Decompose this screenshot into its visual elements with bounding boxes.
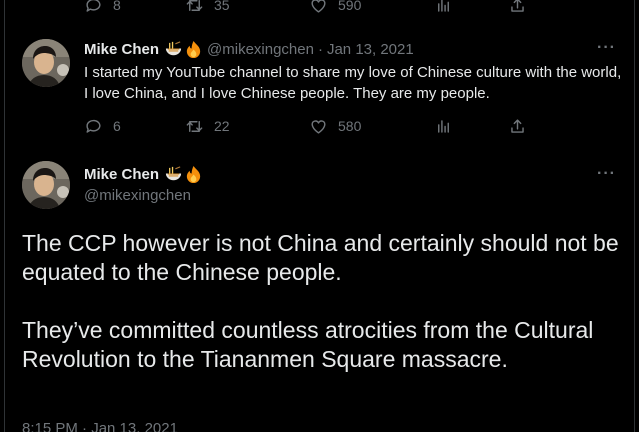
tweet-thread: 8 35 590 Mike Chen @mikexingchen · Jan 1… [0,0,639,432]
top-tweet-actions: 8 35 590 [84,0,544,17]
main-tweet-header: Mike Chen [84,165,204,184]
main-tweet-paragraph-1: The CCP however is not China and certain… [22,230,619,285]
analytics-button[interactable] [434,117,508,136]
more-options-icon[interactable]: ··· [597,165,616,183]
right-border [634,0,635,432]
profile-photo [22,39,70,87]
fire-icon [186,40,201,59]
reply-tweet-actions: 6 22 580 [84,114,544,138]
main-tweet-paragraph-2: They’ve committed countless atrocities f… [22,317,594,372]
name-emoji [164,165,204,184]
left-border [4,0,5,432]
profile-photo [22,161,70,209]
noodle-bowl-icon [165,166,182,181]
more-options-icon[interactable]: ··· [597,39,616,57]
share-icon [511,0,524,12]
heart-icon [311,119,326,134]
name-emoji [164,40,204,59]
retweet-count: 35 [214,0,230,13]
author-handle[interactable]: @mikexingchen [207,41,314,58]
reply-tweet-header: Mike Chen @mikexingchen · Jan 13, 2021 [84,40,414,59]
analytics-icon [438,119,449,133]
like-count: 590 [338,0,362,13]
retweet-icon [186,120,203,132]
heart-icon [311,0,326,13]
reply-tweet-text: I started my YouTube channel to share my… [84,64,622,102]
retweet-button[interactable]: 22 [185,117,309,136]
like-button[interactable]: 590 [309,0,434,15]
share-button[interactable] [508,117,527,136]
reply-button[interactable]: 6 [84,117,185,136]
main-tweet-handle-line: @mikexingchen [84,187,191,204]
reply-icon [86,0,101,12]
share-button[interactable] [508,0,527,15]
noodle-bowl-icon [165,41,182,56]
like-count: 580 [338,118,362,134]
author-name[interactable]: Mike Chen [84,166,159,183]
reply-count: 6 [113,118,121,134]
analytics-button[interactable] [434,0,508,15]
analytics-icon [438,0,449,12]
retweet-count: 22 [214,118,230,134]
retweet-icon [186,0,203,11]
tweet-timestamp[interactable]: 8:15 PM · Jan 13, 2021 [22,420,178,432]
dot-separator: · [317,41,323,58]
avatar[interactable] [22,39,70,87]
reply-icon [86,119,101,133]
fire-icon [186,165,201,184]
author-name[interactable]: Mike Chen [84,41,159,58]
reply-button[interactable]: 8 [84,0,185,15]
author-handle[interactable]: @mikexingchen [84,187,191,204]
retweet-button[interactable]: 35 [185,0,309,15]
reply-count: 8 [113,0,121,13]
like-button[interactable]: 580 [309,117,434,136]
share-icon [511,118,524,133]
avatar[interactable] [22,161,70,209]
tweet-date[interactable]: Jan 13, 2021 [327,41,414,58]
main-tweet-text: The CCP however is not China and certain… [22,229,622,403]
